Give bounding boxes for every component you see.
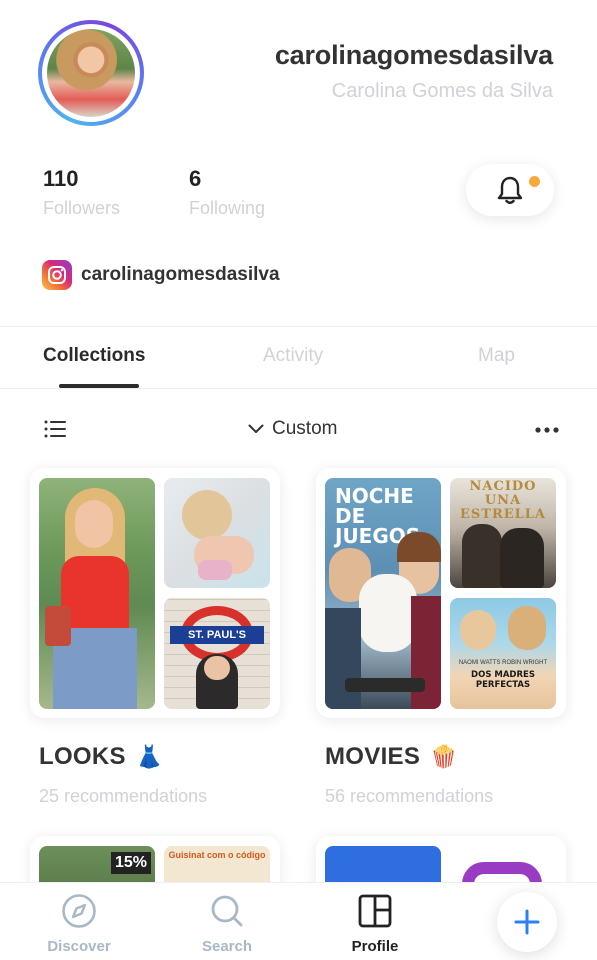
collection-title-movies[interactable]: MOVIES 🍿 <box>325 743 458 771</box>
collection-count-movies: 56 recommendations <box>325 786 494 806</box>
nav-search[interactable]: Search <box>167 893 287 955</box>
collection-name: LOOKS <box>39 743 126 770</box>
notifications-button[interactable] <box>466 164 554 216</box>
sort-label: Custom <box>272 418 338 439</box>
nav-profile[interactable]: Profile <box>315 893 435 955</box>
instagram-link[interactable]: carolinagomesdasilva <box>42 260 280 290</box>
divider <box>0 388 597 389</box>
poster-title-nacido: NACIDO UNA ESTRELLA <box>459 479 547 522</box>
divider <box>0 326 597 327</box>
compass-icon <box>62 894 96 928</box>
avatar[interactable] <box>38 20 144 126</box>
poster-credits-madres: NAOMI WATTS ROBIN WRIGHT <box>458 660 548 666</box>
sort-dropdown[interactable]: Custom <box>248 418 337 440</box>
followers-label: Followers <box>43 198 121 218</box>
bell-icon <box>497 176 523 204</box>
profile-grid-icon <box>358 894 392 928</box>
collections-toolbar: Custom <box>0 412 597 446</box>
collection-count-looks: 25 recommendations <box>39 786 208 806</box>
profile-header: carolinagomesdasilva Carolina Gomes da S… <box>0 0 597 326</box>
nav-discover[interactable]: Discover <box>19 893 139 955</box>
add-button[interactable] <box>497 892 557 952</box>
nav-label: Profile <box>351 938 399 955</box>
collection-title-looks[interactable]: LOOKS 👗 <box>39 743 164 771</box>
movie-poster-noche: NOCHE DE JUEGOS <box>325 478 441 709</box>
plus-icon <box>514 909 540 935</box>
tab-map[interactable]: Map <box>478 345 515 367</box>
search-icon <box>211 895 243 927</box>
tab-activity[interactable]: Activity <box>263 345 323 367</box>
collection-card-looks[interactable]: ST. PAUL'S <box>30 468 280 718</box>
popcorn-emoji-icon: 🍿 <box>430 744 458 769</box>
instagram-handle: carolinagomesdasilva <box>81 264 280 285</box>
tab-collections[interactable]: Collections <box>43 345 145 367</box>
looks-photo-top <box>164 478 270 588</box>
more-options-icon[interactable] <box>535 427 559 433</box>
following-count: 6 <box>189 166 202 191</box>
following-stat[interactable]: 6 Following <box>189 166 265 219</box>
notification-dot <box>529 176 540 187</box>
movie-poster-madres: NAOMI WATTS ROBIN WRIGHT DOS MADRES PERF… <box>450 598 556 709</box>
followers-count: 110 <box>43 166 79 191</box>
promo-text: Guisinat com o código <box>168 850 266 860</box>
nav-label: Discover <box>47 938 111 955</box>
following-label: Following <box>189 198 266 218</box>
stpauls-sign: ST. PAUL'S <box>170 626 264 644</box>
dress-emoji-icon: 👗 <box>135 744 164 769</box>
movie-poster-nacido: NACIDO UNA ESTRELLA <box>450 478 556 588</box>
poster-title-madres: DOS MADRES PERFECTAS <box>471 670 535 690</box>
profile-full-name: Carolina Gomes da Silva <box>331 80 553 102</box>
nav-label: Search <box>201 938 253 955</box>
promo-percent: 15% <box>110 852 151 874</box>
collection-name: MOVIES <box>325 743 421 770</box>
list-view-icon[interactable] <box>44 420 66 438</box>
looks-photo-bottom: ST. PAUL'S <box>164 598 270 709</box>
looks-photo-main <box>39 478 155 709</box>
collection-card-movies[interactable]: NOCHE DE JUEGOS NACIDO UNA ESTRELLA NAOM… <box>316 468 566 718</box>
instagram-icon <box>42 260 72 290</box>
profile-username: carolinagomesdasilva <box>274 40 553 70</box>
chevron-down-icon <box>248 424 264 433</box>
followers-stat[interactable]: 110 Followers <box>43 166 120 219</box>
